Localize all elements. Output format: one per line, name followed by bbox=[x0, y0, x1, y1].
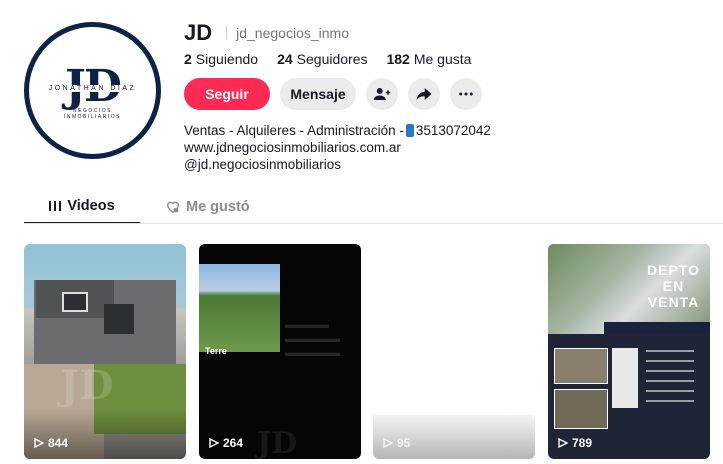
house-window bbox=[62, 292, 88, 312]
thumbnail-shade bbox=[24, 409, 186, 459]
feature-list bbox=[646, 350, 704, 426]
tab-liked[interactable]: Me gustó bbox=[166, 190, 256, 224]
profile-title-row: JD jd_negocios_inmo bbox=[184, 18, 704, 48]
view-count-value: 95 bbox=[397, 436, 411, 450]
tab-videos-label: Videos bbox=[67, 198, 115, 214]
profile-stats: 2 Siguiendo 24 Seguidores 182 Me gusta bbox=[184, 51, 704, 67]
followers-stat[interactable]: 24 Seguidores bbox=[277, 51, 367, 67]
followers-count: 24 bbox=[277, 51, 293, 67]
play-icon bbox=[558, 438, 568, 448]
following-stat[interactable]: 2 Siguiendo bbox=[184, 51, 258, 67]
watermark: JD bbox=[257, 426, 298, 459]
profile-username: JD bbox=[184, 20, 213, 45]
profile-tabs: Videos Me gustó bbox=[24, 190, 723, 224]
likes-count: 182 bbox=[386, 51, 410, 67]
ellipsis-icon bbox=[459, 92, 473, 96]
avatar-subtitle: NEGOCIOS INMOBILIARIOS bbox=[63, 108, 121, 120]
play-icon bbox=[383, 438, 393, 448]
likes-label: Me gusta bbox=[413, 51, 472, 67]
house-window bbox=[104, 304, 134, 334]
interior-photo bbox=[554, 348, 608, 384]
title-divider bbox=[226, 26, 228, 40]
video-card[interactable]: JD 844 bbox=[24, 244, 186, 459]
message-button[interactable]: Mensaje bbox=[280, 78, 356, 110]
bio-website[interactable]: www.jdnegociosinmobiliarios.com.ar bbox=[184, 139, 704, 156]
overlay-title-line: EN bbox=[662, 278, 685, 294]
tabs-divider bbox=[24, 223, 723, 224]
profile-nickname: jd_negocios_inmo bbox=[236, 25, 349, 41]
play-icon bbox=[34, 438, 44, 448]
profile-actions: Seguir Mensaje bbox=[184, 78, 704, 110]
following-count: 2 bbox=[184, 51, 192, 67]
followers-label: Seguidores bbox=[296, 51, 368, 67]
interior-photo bbox=[554, 389, 608, 429]
tab-liked-label: Me gustó bbox=[186, 199, 250, 215]
info-band bbox=[604, 322, 710, 334]
view-count: 264 bbox=[209, 436, 243, 450]
person-plus-icon bbox=[373, 88, 391, 100]
avatar-name: JONATHAN DIAZ bbox=[45, 85, 140, 92]
profile-avatar[interactable]: JD JONATHAN DIAZ NEGOCIOS INMOBILIARIOS bbox=[24, 22, 161, 159]
faded-overlay: ▬▬▬▬ ▬▬▬▬▬ ▬▬▬▬▬ bbox=[285, 319, 340, 359]
profile-info: JD jd_negocios_inmo 2 Siguiendo 24 Seguido… bbox=[184, 18, 704, 173]
bio-phone: 3513072042 bbox=[415, 123, 491, 138]
likes-stat: 182 Me gusta bbox=[386, 51, 471, 67]
view-count-value: 264 bbox=[223, 436, 244, 450]
more-button[interactable] bbox=[450, 78, 482, 110]
video-card[interactable]: 95 bbox=[373, 244, 535, 459]
bio-services: Ventas - Alquileres - Administración - bbox=[184, 123, 404, 138]
watermark: JD bbox=[60, 362, 114, 409]
map-thumbnail bbox=[612, 348, 638, 408]
play-icon bbox=[209, 438, 219, 448]
follow-button[interactable]: Seguir bbox=[184, 78, 270, 110]
view-count-value: 844 bbox=[48, 436, 69, 450]
overlay-title-line: DEPTO bbox=[647, 262, 700, 278]
add-friend-button[interactable] bbox=[366, 78, 398, 110]
video-card[interactable]: DEPTO EN VENTA 789 bbox=[548, 244, 710, 459]
video-card[interactable]: Terre ▬▬▬▬ ▬▬▬▬▬ ▬▬▬▬▬ JD 264 bbox=[199, 244, 361, 459]
share-button[interactable] bbox=[408, 78, 440, 110]
following-label: Siguiendo bbox=[195, 51, 259, 67]
phone-icon bbox=[405, 124, 414, 137]
overlay-title-line: VENTA bbox=[647, 294, 700, 310]
view-count-value: 789 bbox=[572, 436, 593, 450]
bio-instagram[interactable]: @jd.negociosinmobiliarios bbox=[184, 156, 704, 173]
grid-icon bbox=[49, 200, 62, 212]
view-count: 95 bbox=[383, 436, 410, 450]
heart-lock-icon bbox=[166, 200, 180, 214]
bio-line-1: Ventas - Alquileres - Administración - 35… bbox=[184, 122, 704, 139]
field-thumbnail bbox=[199, 264, 280, 352]
view-count: 789 bbox=[558, 436, 592, 450]
overlay-title: DEPTO EN VENTA bbox=[647, 262, 700, 310]
profile-bio: Ventas - Alquileres - Administración - 35… bbox=[184, 122, 704, 173]
overlay-text: Terre bbox=[205, 346, 227, 356]
view-count: 844 bbox=[34, 436, 68, 450]
share-arrow-icon bbox=[416, 88, 432, 100]
tab-videos[interactable]: Videos bbox=[24, 190, 140, 224]
